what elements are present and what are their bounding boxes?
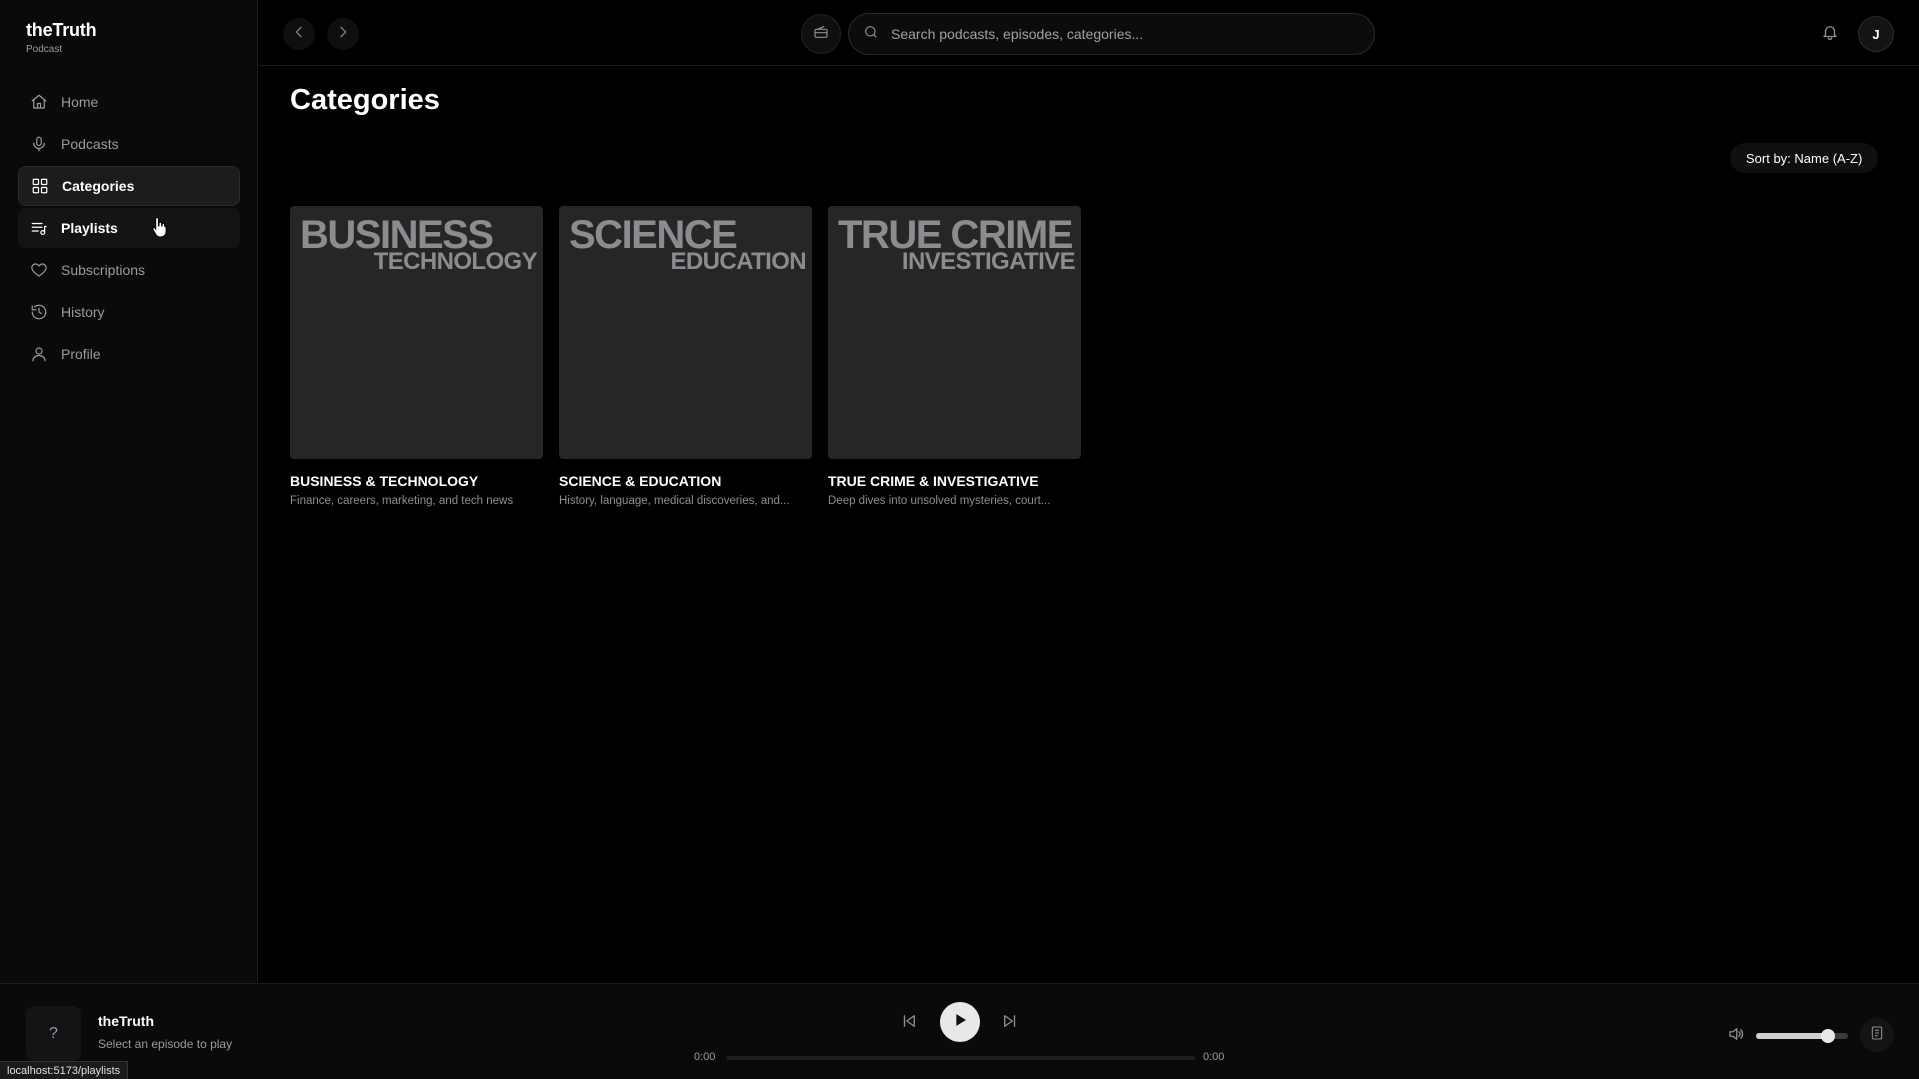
play-icon — [952, 1012, 968, 1033]
back-button[interactable] — [283, 18, 315, 50]
user-icon — [30, 345, 48, 363]
sidebar-item-label: Profile — [61, 346, 101, 362]
microphone-icon — [30, 135, 48, 153]
search-icon — [863, 24, 891, 45]
brand-logo[interactable]: theTruth Podcast — [26, 20, 97, 55]
category-cover: SCIENCE EDUCATION — [559, 206, 812, 459]
next-button[interactable] — [997, 1010, 1023, 1036]
app-window: theTruth Podcast Home Podcasts Categorie… — [0, 0, 1919, 1079]
sort-dropdown[interactable]: Sort by: Name (A-Z) — [1730, 143, 1879, 173]
home-icon — [30, 93, 48, 111]
sidebar-item-label: Podcasts — [61, 136, 119, 152]
episode-thumbnail: ? — [26, 1006, 81, 1061]
queue-icon — [1869, 1025, 1885, 1046]
volume-icon — [1727, 1025, 1745, 1048]
play-button[interactable] — [940, 1002, 980, 1042]
hand-cursor-icon — [152, 216, 168, 243]
current-time: 0:00 — [694, 1051, 716, 1063]
category-card[interactable]: SCIENCE EDUCATION SCIENCE & EDUCATION Hi… — [559, 206, 812, 507]
volume-fill — [1756, 1033, 1828, 1039]
category-title: BUSINESS & TECHNOLOGY — [290, 473, 479, 489]
sidebar-item-label: Categories — [62, 178, 135, 194]
brand-title: theTruth — [26, 20, 97, 40]
sidebar-item-playlists[interactable]: Playlists — [18, 208, 240, 248]
sidebar-item-label: History — [61, 304, 105, 320]
radio-button[interactable] — [801, 14, 841, 54]
playlist-icon — [30, 219, 48, 237]
category-grid: BUSINESS TECHNOLOGY BUSINESS & TECHNOLOG… — [290, 206, 1081, 507]
brand-subtitle: Podcast — [26, 44, 63, 55]
heart-icon — [30, 261, 48, 279]
sidebar-item-label: Subscriptions — [61, 262, 146, 278]
queue-button[interactable] — [1860, 1018, 1894, 1052]
search-bar — [848, 13, 1375, 55]
category-title: TRUE CRIME & INVESTIGATIVE — [828, 473, 1039, 489]
chevron-right-icon — [335, 24, 351, 45]
mute-button[interactable] — [1724, 1024, 1748, 1048]
sidebar: theTruth Podcast Home Podcasts Categorie… — [0, 0, 258, 983]
radio-icon — [813, 24, 829, 45]
sidebar-item-podcasts[interactable]: Podcasts — [18, 124, 240, 164]
category-cover: TRUE CRIME INVESTIGATIVE — [828, 206, 1081, 459]
previous-button[interactable] — [896, 1010, 922, 1036]
sidebar-item-categories[interactable]: Categories — [18, 166, 240, 206]
sidebar-item-profile[interactable]: Profile — [18, 334, 240, 374]
status-bar-url: localhost:5173/playlists — [0, 1061, 129, 1079]
category-description: Finance, careers, marketing, and tech ne… — [290, 495, 514, 507]
progress-bar[interactable] — [726, 1056, 1195, 1060]
sidebar-item-label: Home — [61, 94, 99, 110]
cover-subtitle: EDUCATION — [670, 248, 807, 275]
sidebar-item-history[interactable]: History — [18, 292, 240, 332]
category-title: SCIENCE & EDUCATION — [559, 473, 722, 489]
bell-icon — [1821, 23, 1839, 46]
search-input[interactable] — [891, 26, 1331, 42]
page-title: Categories — [290, 84, 440, 116]
skip-forward-icon — [1001, 1012, 1019, 1035]
volume-slider[interactable] — [1756, 1029, 1848, 1043]
forward-button[interactable] — [327, 18, 359, 50]
category-card[interactable]: TRUE CRIME INVESTIGATIVE TRUE CRIME & IN… — [828, 206, 1081, 507]
now-playing-title: theTruth — [98, 1013, 154, 1029]
category-description: History, language, medical discoveries, … — [559, 495, 790, 507]
sidebar-item-subscriptions[interactable]: Subscriptions — [18, 250, 240, 290]
sidebar-item-label: Playlists — [61, 220, 118, 236]
category-card[interactable]: BUSINESS TECHNOLOGY BUSINESS & TECHNOLOG… — [290, 206, 543, 507]
sidebar-item-home[interactable]: Home — [18, 82, 240, 122]
history-icon — [30, 303, 48, 321]
skip-back-icon — [900, 1012, 918, 1035]
user-avatar[interactable]: J — [1858, 16, 1894, 52]
volume-handle[interactable] — [1820, 1029, 1835, 1043]
top-bar: J — [259, 0, 1919, 66]
grid-icon — [31, 177, 49, 195]
category-description: Deep dives into unsolved mysteries, cour… — [828, 495, 1051, 507]
cover-subtitle: TECHNOLOGY — [373, 248, 538, 275]
category-cover: BUSINESS TECHNOLOGY — [290, 206, 543, 459]
total-time: 0:00 — [1203, 1051, 1225, 1063]
notifications-button[interactable] — [1814, 18, 1846, 50]
now-playing-subtitle: Select an episode to play — [98, 1037, 233, 1051]
player-bar: ? theTruth Select an episode to play 0:0… — [0, 983, 1919, 1079]
sidebar-nav: Home Podcasts Categories Playlists Subsc… — [18, 82, 240, 376]
chevron-left-icon — [291, 24, 307, 45]
cover-subtitle: INVESTIGATIVE — [901, 248, 1076, 275]
